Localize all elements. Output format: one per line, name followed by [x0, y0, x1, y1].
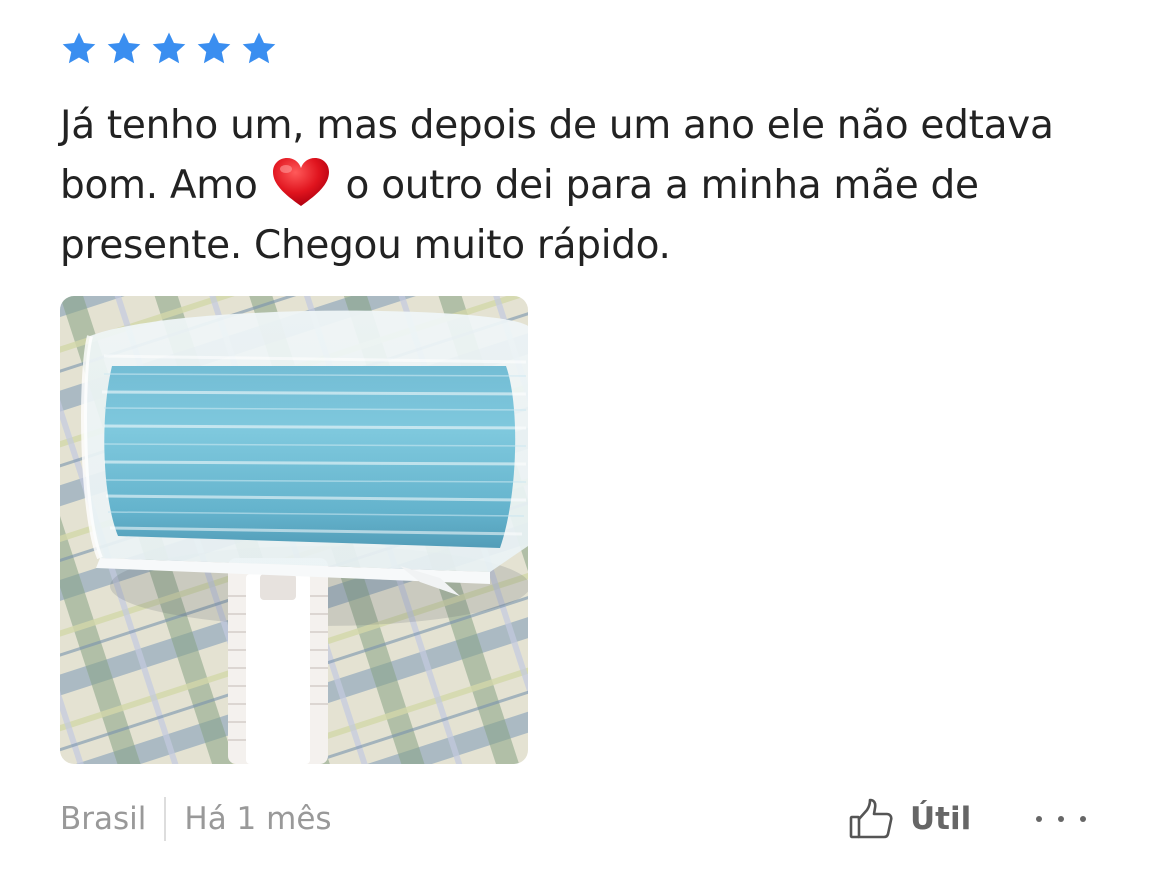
- more-dot: [1080, 816, 1086, 822]
- review-photo[interactable]: [60, 296, 528, 764]
- star-icon: [60, 30, 98, 68]
- review-card: Já tenho um, mas depois de um ano ele nã…: [0, 0, 1170, 886]
- thumbs-up-icon: [848, 796, 894, 842]
- helpful-button[interactable]: Útil: [848, 796, 971, 842]
- more-dot: [1058, 816, 1064, 822]
- more-options-icon[interactable]: [1036, 804, 1086, 834]
- star-icon: [195, 30, 233, 68]
- time-ago-label: Há 1 mês: [184, 801, 332, 837]
- lint-roller-photo: [60, 296, 528, 764]
- meta-divider: [164, 797, 167, 841]
- review-meta: Brasil Há 1 mês: [60, 796, 332, 842]
- review-text: Já tenho um, mas depois de um ano ele nã…: [60, 96, 1100, 276]
- more-dot: [1036, 816, 1042, 822]
- review-footer: Brasil Há 1 mês Útil: [60, 796, 1100, 842]
- star-rating: [60, 30, 278, 68]
- heart-emoji-icon: [270, 156, 332, 208]
- star-icon: [105, 30, 143, 68]
- country-label: Brasil: [60, 801, 147, 837]
- star-icon: [240, 30, 278, 68]
- star-icon: [150, 30, 188, 68]
- helpful-label: Útil: [910, 801, 972, 837]
